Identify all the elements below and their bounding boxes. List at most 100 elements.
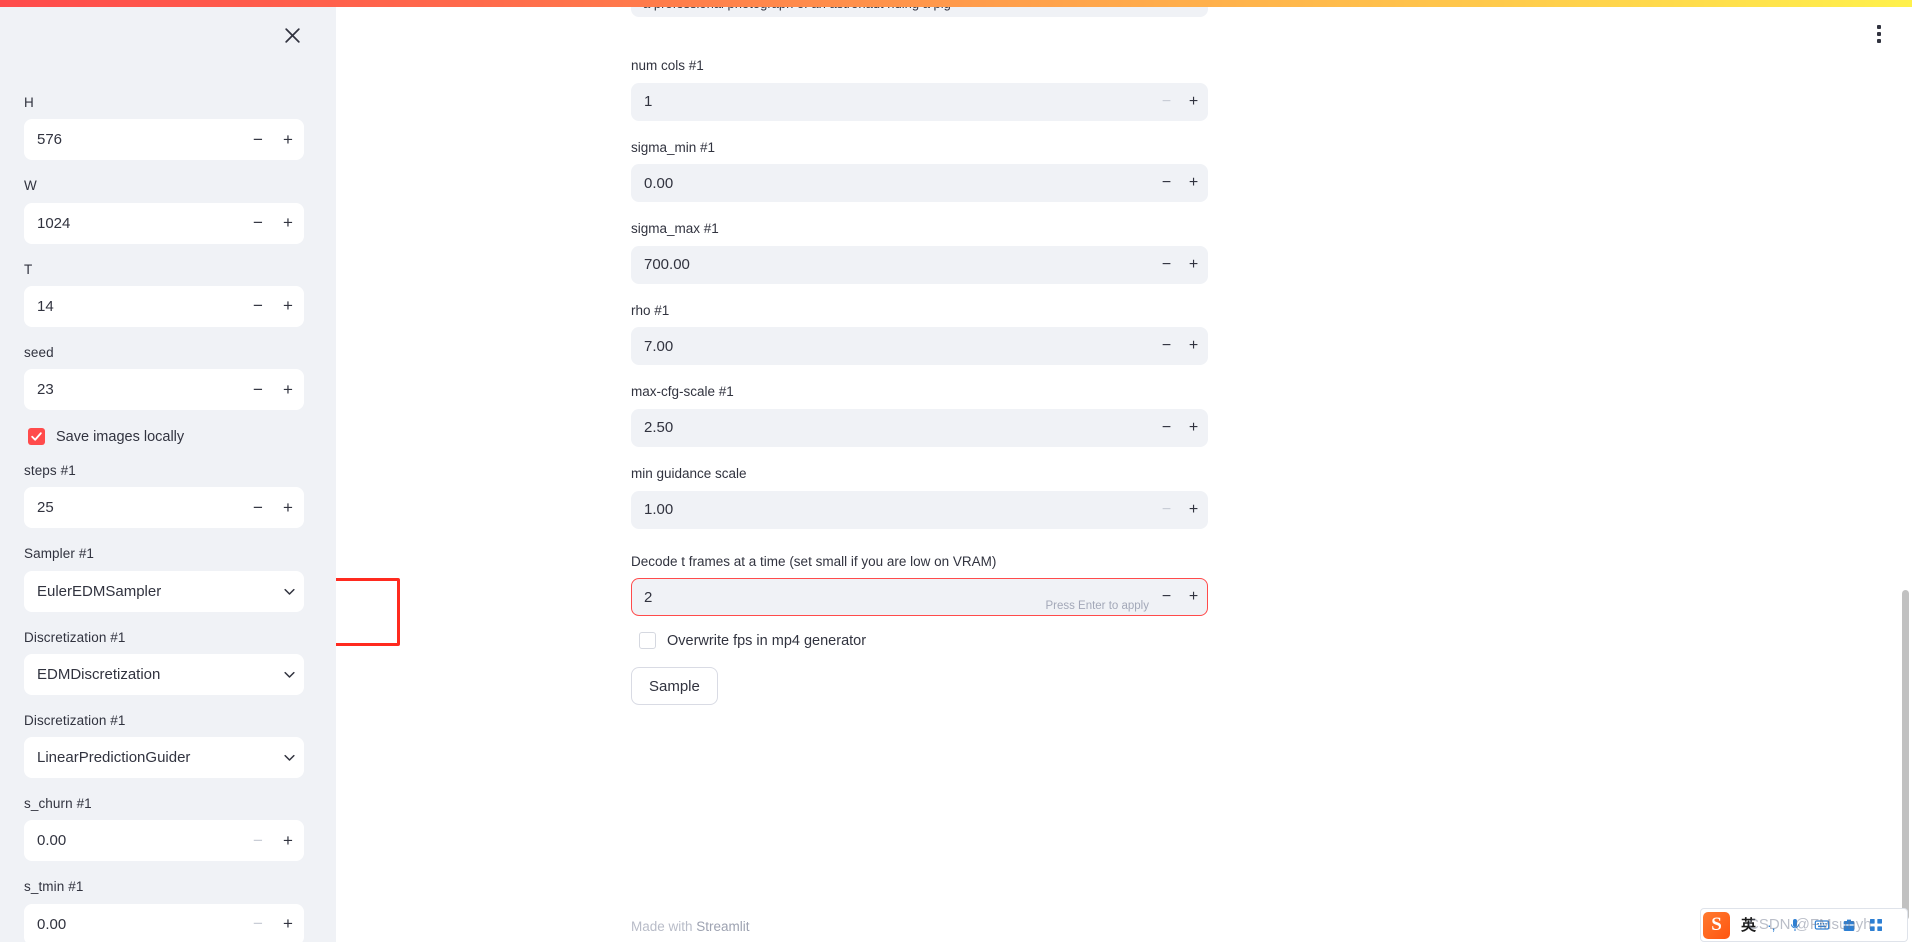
close-icon bbox=[284, 27, 300, 43]
increment-button[interactable]: + bbox=[273, 287, 303, 326]
sidebar-field-s-tmin: s_tmin #1 0.00 − + bbox=[24, 877, 304, 942]
guider-select[interactable]: LinearPredictionGuider bbox=[24, 737, 304, 778]
overwrite-fps-row[interactable]: Overwrite fps in mp4 generator bbox=[639, 632, 1334, 650]
number-input-value[interactable]: 1024 bbox=[25, 203, 243, 244]
field-label: steps #1 bbox=[24, 463, 76, 478]
number-input[interactable]: 576 − + bbox=[24, 119, 304, 161]
sidebar-fields: H 576 − + W 1024 − + T 14 − + seed 23 − … bbox=[24, 93, 304, 942]
main-field-num-cols: num cols #1 1 − + bbox=[631, 55, 1334, 121]
decrement-button[interactable]: − bbox=[1153, 492, 1180, 528]
soft-keyboard-icon[interactable] bbox=[1814, 917, 1830, 933]
number-input-value[interactable]: 25 bbox=[25, 487, 243, 528]
field-label: Sampler #1 bbox=[24, 546, 95, 562]
decrement-button[interactable]: − bbox=[243, 905, 273, 942]
increment-button[interactable]: + bbox=[273, 488, 303, 527]
decrement-button[interactable]: − bbox=[243, 287, 273, 326]
field-label: sigma_max #1 bbox=[631, 221, 719, 237]
decrement-button[interactable]: − bbox=[1153, 579, 1180, 615]
sidebar-field-h: H 576 − + bbox=[24, 93, 304, 161]
sogou-ime-toolbar[interactable]: S 英 ·, bbox=[1700, 908, 1908, 942]
number-input[interactable]: 25 − + bbox=[24, 487, 304, 529]
check-icon bbox=[31, 432, 42, 441]
chevron-down-icon[interactable] bbox=[274, 667, 304, 682]
select-value: LinearPredictionGuider bbox=[37, 749, 191, 766]
field-label: rho #1 bbox=[631, 302, 670, 318]
chevron-down-icon[interactable] bbox=[274, 750, 304, 765]
increment-button[interactable]: + bbox=[1180, 84, 1207, 120]
decrement-button[interactable]: − bbox=[1153, 247, 1180, 283]
number-input-value[interactable]: 14 bbox=[25, 286, 243, 327]
save-images-locally-row[interactable]: Save images locally bbox=[28, 428, 304, 445]
number-input[interactable]: 1.00 − + bbox=[631, 490, 1208, 529]
number-input[interactable]: 700.00 − + bbox=[631, 245, 1208, 284]
number-input-value[interactable]: 1 bbox=[632, 93, 1153, 110]
number-input[interactable]: 2.50 − + bbox=[631, 408, 1208, 447]
main-menu-button[interactable] bbox=[1864, 19, 1894, 49]
increment-button[interactable]: + bbox=[273, 120, 303, 159]
decrement-button[interactable]: − bbox=[243, 370, 273, 409]
number-input-value[interactable]: 0.00 bbox=[25, 820, 243, 861]
field-label: Discretization #1 bbox=[24, 629, 126, 645]
toolbox-icon[interactable] bbox=[1841, 917, 1857, 933]
discretization-select[interactable]: EDMDiscretization bbox=[24, 653, 304, 695]
sampler-select[interactable]: EulerEDMSampler bbox=[24, 570, 304, 612]
increment-button[interactable]: + bbox=[273, 370, 303, 409]
decrement-button[interactable]: − bbox=[243, 204, 273, 243]
sidebar-field-s-churn: s_churn #1 0.00 − + bbox=[24, 794, 304, 862]
footer-brand[interactable]: Streamlit bbox=[696, 919, 749, 934]
decrement-button[interactable]: − bbox=[1153, 84, 1180, 120]
field-label: W bbox=[24, 178, 37, 194]
number-input-value[interactable]: 576 bbox=[25, 119, 243, 160]
decrement-button[interactable]: − bbox=[1153, 328, 1180, 364]
number-input-value[interactable]: 0.00 bbox=[25, 904, 243, 942]
main-form: num cols #1 1 − + sigma_min #1 0.00 − + … bbox=[631, 7, 1334, 706]
number-input-value[interactable]: 0.00 bbox=[632, 175, 1153, 192]
decrement-button[interactable]: − bbox=[1153, 410, 1180, 446]
number-input-value[interactable]: 2 bbox=[632, 589, 1045, 606]
increment-button[interactable]: + bbox=[1180, 579, 1207, 615]
number-input[interactable]: 1 − + bbox=[631, 82, 1208, 121]
number-input-value[interactable]: 7.00 bbox=[632, 338, 1153, 355]
apps-icon[interactable] bbox=[1868, 917, 1884, 933]
number-input[interactable]: 14 − + bbox=[24, 285, 304, 327]
field-label: s_churn #1 bbox=[24, 796, 92, 811]
select-value: EDMDiscretization bbox=[37, 665, 161, 683]
decrement-button[interactable]: − bbox=[243, 488, 273, 527]
overwrite-fps-checkbox[interactable] bbox=[639, 632, 656, 650]
increment-button[interactable]: + bbox=[1180, 165, 1207, 201]
number-input[interactable]: 23 − + bbox=[24, 369, 304, 410]
increment-button[interactable]: + bbox=[1180, 247, 1207, 283]
number-input-value[interactable]: 1.00 bbox=[632, 501, 1153, 518]
number-input[interactable]: 0.00 − + bbox=[24, 820, 304, 862]
decrement-button[interactable]: − bbox=[243, 821, 273, 860]
number-input-value[interactable]: 23 bbox=[25, 369, 243, 410]
increment-button[interactable]: + bbox=[273, 204, 303, 243]
main-scrollbar[interactable] bbox=[1902, 590, 1909, 920]
decrement-button[interactable]: − bbox=[1153, 165, 1180, 201]
number-input[interactable]: 1024 − + bbox=[24, 202, 304, 244]
ime-punctuation-toggle[interactable]: ·, bbox=[1767, 918, 1776, 932]
chevron-down-icon[interactable] bbox=[274, 584, 304, 599]
number-input-value[interactable]: 700.00 bbox=[632, 256, 1153, 273]
voice-input-icon[interactable] bbox=[1787, 917, 1803, 933]
save-images-locally-checkbox[interactable] bbox=[28, 428, 45, 445]
field-label: s_tmin #1 bbox=[24, 879, 84, 895]
number-input-value[interactable]: 2.50 bbox=[632, 419, 1153, 436]
increment-button[interactable]: + bbox=[1180, 328, 1207, 364]
number-input[interactable]: 0.00 − + bbox=[24, 903, 304, 942]
ime-mode-toggle[interactable]: 英 bbox=[1741, 918, 1756, 933]
sogou-logo-icon[interactable]: S bbox=[1703, 911, 1730, 939]
increment-button[interactable]: + bbox=[1180, 410, 1207, 446]
decode-t-frames-input[interactable]: 2 Press Enter to apply − + bbox=[631, 578, 1208, 617]
increment-button[interactable]: + bbox=[273, 821, 303, 860]
main-field-decode-t-frames: Decode t frames at a time (set small if … bbox=[631, 551, 1334, 617]
sample-button[interactable]: Sample bbox=[631, 667, 718, 706]
number-input[interactable]: 0.00 − + bbox=[631, 164, 1208, 203]
sidebar-close-button[interactable] bbox=[276, 19, 308, 51]
field-label: sigma_min #1 bbox=[631, 139, 716, 155]
sidebar-field-t: T 14 − + bbox=[24, 260, 304, 327]
increment-button[interactable]: + bbox=[1180, 492, 1207, 528]
number-input[interactable]: 7.00 − + bbox=[631, 327, 1208, 366]
decrement-button[interactable]: − bbox=[243, 120, 273, 159]
increment-button[interactable]: + bbox=[273, 905, 303, 942]
